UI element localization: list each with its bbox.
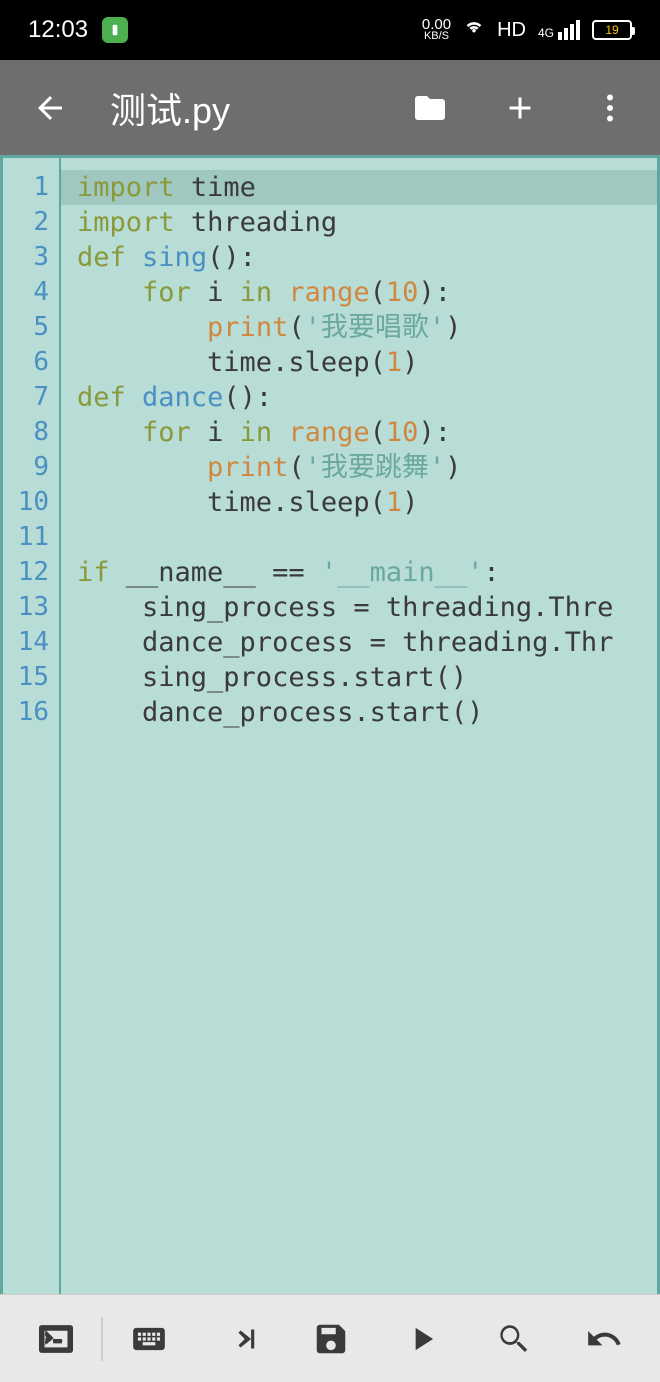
- code-line[interactable]: def dance():: [61, 380, 657, 415]
- line-number: 10: [3, 485, 59, 520]
- code-line[interactable]: for i in range(10):: [61, 415, 657, 450]
- status-time: 12:03: [28, 16, 88, 44]
- menu-button[interactable]: [580, 90, 640, 126]
- code-line[interactable]: time.sleep(1): [61, 345, 657, 380]
- code-line[interactable]: [61, 520, 657, 555]
- add-button[interactable]: [490, 90, 550, 126]
- undo-icon: [585, 1320, 623, 1358]
- run-button[interactable]: [377, 1320, 468, 1358]
- line-number: 8: [3, 415, 59, 450]
- terminal-icon: [37, 1320, 75, 1358]
- code-line[interactable]: dance_process.start(): [61, 695, 657, 730]
- line-number: 3: [3, 240, 59, 275]
- line-number: 5: [3, 310, 59, 345]
- status-right: 0.00 KB/S HD 4G 19: [422, 16, 632, 44]
- code-line[interactable]: import threading: [61, 205, 657, 240]
- code-line[interactable]: dance_process = threading.Thr: [61, 625, 657, 660]
- code-content[interactable]: import timeimport threadingdef sing(): f…: [61, 158, 657, 1294]
- line-number: 6: [3, 345, 59, 380]
- line-number: 9: [3, 450, 59, 485]
- bottom-toolbar: [0, 1294, 660, 1382]
- search-button[interactable]: [468, 1320, 559, 1358]
- line-number: 14: [3, 625, 59, 660]
- search-icon: [494, 1320, 532, 1358]
- play-icon: [403, 1320, 441, 1358]
- line-number: 1: [3, 170, 59, 205]
- line-number: 12: [3, 555, 59, 590]
- code-line[interactable]: sing_process.start(): [61, 660, 657, 695]
- tab-arrow-icon: [221, 1320, 259, 1358]
- line-number: 15: [3, 660, 59, 695]
- folder-icon: [412, 90, 448, 126]
- wifi-icon: [463, 16, 485, 44]
- line-number: 2: [3, 205, 59, 240]
- status-bar: 12:03 0.00 KB/S HD 4G 19: [0, 0, 660, 60]
- save-icon: [312, 1320, 350, 1358]
- more-vert-icon: [592, 90, 628, 126]
- signal-icon: 4G: [538, 20, 580, 40]
- code-line[interactable]: for i in range(10):: [61, 275, 657, 310]
- file-title: 测试.py: [110, 82, 370, 134]
- code-line[interactable]: if __name__ == '__main__':: [61, 555, 657, 590]
- notification-badge-icon: [102, 17, 128, 43]
- code-line[interactable]: print('我要唱歌'): [61, 310, 657, 345]
- keyboard-button[interactable]: [103, 1320, 194, 1358]
- folder-button[interactable]: [400, 90, 460, 126]
- line-number: 11: [3, 520, 59, 555]
- code-line[interactable]: print('我要跳舞'): [61, 450, 657, 485]
- app-bar: 测试.py: [0, 60, 660, 155]
- undo-button[interactable]: [559, 1320, 650, 1358]
- status-left: 12:03: [28, 16, 422, 44]
- hd-label: HD: [497, 19, 526, 42]
- code-line[interactable]: time.sleep(1): [61, 485, 657, 520]
- code-line[interactable]: import time: [61, 170, 657, 205]
- code-editor[interactable]: 12345678910111213141516 import timeimpor…: [0, 155, 660, 1294]
- line-number: 4: [3, 275, 59, 310]
- line-number: 7: [3, 380, 59, 415]
- tab-button[interactable]: [194, 1320, 285, 1358]
- save-button[interactable]: [285, 1320, 376, 1358]
- line-number: 13: [3, 590, 59, 625]
- network-speed: 0.00 KB/S: [422, 18, 451, 41]
- plus-icon: [502, 90, 538, 126]
- battery-icon: 19: [592, 20, 632, 40]
- terminal-button[interactable]: [10, 1320, 101, 1358]
- keyboard-icon: [130, 1320, 168, 1358]
- line-gutter: 12345678910111213141516: [3, 158, 61, 1294]
- arrow-left-icon: [32, 90, 68, 126]
- code-line[interactable]: def sing():: [61, 240, 657, 275]
- line-number: 16: [3, 695, 59, 730]
- code-line[interactable]: sing_process = threading.Thre: [61, 590, 657, 625]
- back-button[interactable]: [20, 90, 80, 126]
